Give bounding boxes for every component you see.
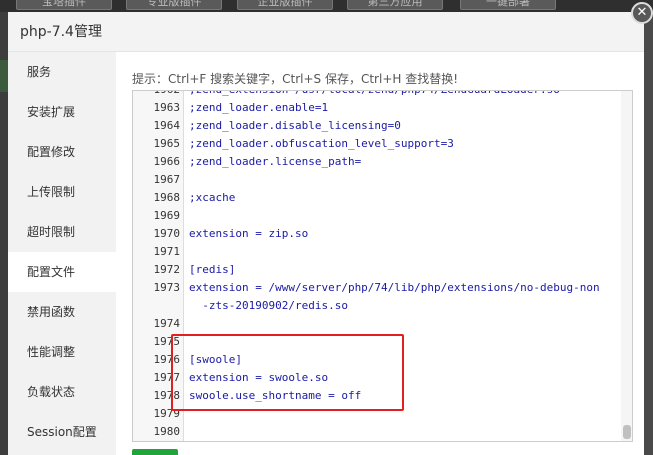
code-line[interactable]: 1980	[133, 423, 632, 441]
code-line[interactable]: 1968 ;xcache	[133, 189, 632, 207]
line-number: 1972	[153, 263, 181, 276]
background-status-block	[0, 60, 8, 92]
background-tab: 宝塔插件	[16, 0, 112, 10]
code-line[interactable]: 1971	[133, 243, 632, 261]
line-number: 1963	[153, 101, 181, 114]
dialog-sidebar: 服务 安装扩展 配置修改 上传限制 超时限制 配置文件 禁用函数 性能调整 负载…	[8, 52, 116, 455]
line-text: extension = zip.so	[189, 227, 309, 240]
code-line[interactable]: 1972 [redis]	[133, 261, 632, 279]
close-icon[interactable]: ✕	[631, 2, 653, 24]
line-text: ;xcache	[189, 191, 236, 204]
sidebar-item-performance-tuning[interactable]: 性能调整	[8, 332, 116, 372]
line-number: 1967	[153, 173, 181, 186]
line-text: [redis]	[189, 263, 236, 276]
line-number: 1980	[153, 425, 181, 438]
line-text	[184, 171, 189, 189]
sidebar-item-upload-limit[interactable]: 上传限制	[8, 172, 116, 212]
line-number: 1968	[153, 191, 181, 204]
line-text: ;zend_loader.enable=1	[189, 101, 329, 114]
line-number: 1962	[133, 91, 184, 99]
sidebar-item-load-status[interactable]: 负载状态	[8, 372, 116, 412]
code-line[interactable]: 1966 ;zend_loader.license_path=	[133, 153, 632, 171]
background-tab: 一键部署	[460, 0, 556, 10]
line-number: 1964	[153, 119, 181, 132]
line-text: -zts-20190902/redis.so	[189, 299, 348, 312]
dialog-title: php-7.4管理	[8, 12, 644, 52]
code-line[interactable]: 1962;zend_extension=/usr/local/zend/php7…	[133, 91, 632, 99]
line-number: 1974	[153, 317, 181, 330]
code-line[interactable]: 1970 extension = zip.so	[133, 225, 632, 243]
line-text: ;zend_extension=/usr/local/zend/php74/Ze…	[184, 91, 560, 99]
line-text	[184, 423, 189, 441]
line-number: 1970	[153, 227, 181, 240]
line-number	[133, 297, 184, 315]
sidebar-item-config-file[interactable]: 配置文件	[8, 252, 116, 292]
code-line[interactable]: -zts-20190902/redis.so	[133, 297, 632, 315]
line-number: 1966	[153, 155, 181, 168]
code-line[interactable]: 1967	[133, 171, 632, 189]
sidebar-item-config-modify[interactable]: 配置修改	[8, 132, 116, 172]
sidebar-item-service[interactable]: 服务	[8, 52, 116, 92]
background-tab: 专业版插件	[126, 0, 222, 10]
code-line[interactable]: 1964 ;zend_loader.disable_licensing=0	[133, 117, 632, 135]
line-number: 1971	[153, 245, 181, 258]
background-tab: 第三方应用	[347, 0, 443, 10]
background-tab-bar: 宝塔插件 专业版插件 企业版插件 第三方应用 一键部署	[0, 0, 653, 12]
line-text	[184, 315, 189, 333]
sidebar-item-disabled-functions[interactable]: 禁用函数	[8, 292, 116, 332]
line-number: 1973	[153, 281, 181, 294]
code-line[interactable]: 1963 ;zend_loader.enable=1	[133, 99, 632, 117]
sidebar-item-install-extension[interactable]: 安装扩展	[8, 92, 116, 132]
line-text: ;zend_loader.disable_licensing=0	[189, 119, 401, 132]
line-text: ;zend_loader.license_path=	[189, 155, 362, 168]
line-number: 1965	[153, 137, 181, 150]
code-line[interactable]: 1973 extension = /www/server/php/74/lib/p…	[133, 279, 632, 297]
highlight-box	[171, 334, 404, 411]
sidebar-item-session-config[interactable]: Session配置	[8, 412, 116, 452]
editor-scrollbar-thumb[interactable]	[623, 425, 631, 439]
line-text: ;zend_loader.obfuscation_level_support=3	[189, 137, 454, 150]
background-tab: 企业版插件	[237, 0, 333, 10]
sidebar-item-timeout-limit[interactable]: 超时限制	[8, 212, 116, 252]
save-button[interactable]	[132, 449, 178, 455]
line-text	[184, 207, 189, 225]
line-text	[184, 243, 189, 261]
code-line[interactable]: 1969	[133, 207, 632, 225]
shortcut-hint: 提示：Ctrl+F 搜索关键字，Ctrl+S 保存，Ctrl+H 查找替换!	[132, 72, 459, 86]
editor-scrollbar[interactable]	[621, 91, 632, 441]
line-text: extension = /www/server/php/74/lib/php/e…	[189, 281, 600, 294]
code-line[interactable]: 1965 ;zend_loader.obfuscation_level_suppo…	[133, 135, 632, 153]
code-line[interactable]: 1974	[133, 315, 632, 333]
line-number: 1969	[153, 209, 181, 222]
